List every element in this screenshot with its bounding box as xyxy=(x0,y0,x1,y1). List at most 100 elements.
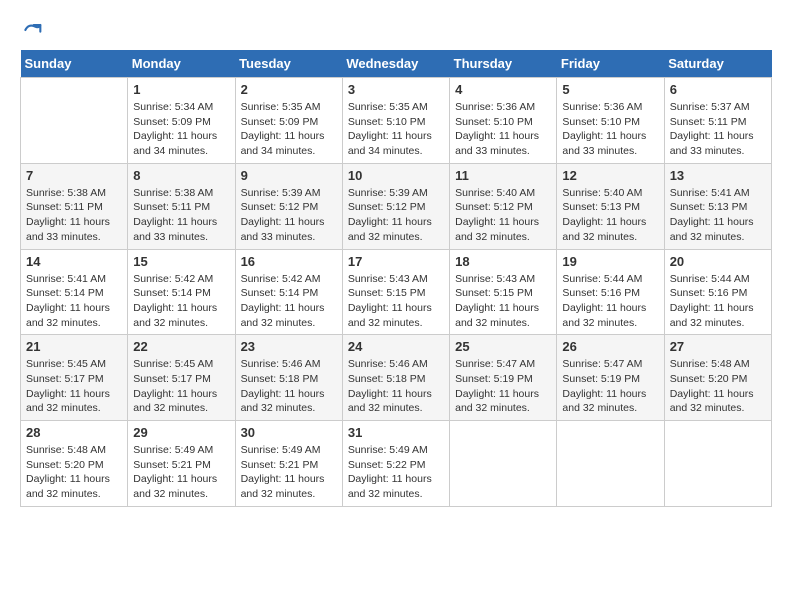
day-number: 24 xyxy=(348,339,444,354)
table-row xyxy=(450,421,557,507)
table-row: 3 Sunrise: 5:35 AMSunset: 5:10 PMDaylight… xyxy=(342,78,449,164)
day-details: Sunrise: 5:41 AMSunset: 5:14 PMDaylight:… xyxy=(26,272,122,331)
day-number: 29 xyxy=(133,425,229,440)
day-number: 22 xyxy=(133,339,229,354)
table-row: 23 Sunrise: 5:46 AMSunset: 5:18 PMDayligh… xyxy=(235,335,342,421)
table-row: 29 Sunrise: 5:49 AMSunset: 5:21 PMDayligh… xyxy=(128,421,235,507)
day-number: 11 xyxy=(455,168,551,183)
day-details: Sunrise: 5:45 AMSunset: 5:17 PMDaylight:… xyxy=(26,357,122,416)
table-row: 10 Sunrise: 5:39 AMSunset: 5:12 PMDayligh… xyxy=(342,163,449,249)
table-row: 27 Sunrise: 5:48 AMSunset: 5:20 PMDayligh… xyxy=(664,335,771,421)
header-tuesday: Tuesday xyxy=(235,50,342,78)
table-row: 7 Sunrise: 5:38 AMSunset: 5:11 PMDaylight… xyxy=(21,163,128,249)
day-number: 21 xyxy=(26,339,122,354)
header-sunday: Sunday xyxy=(21,50,128,78)
day-details: Sunrise: 5:38 AMSunset: 5:11 PMDaylight:… xyxy=(133,186,229,245)
day-number: 14 xyxy=(26,254,122,269)
day-number: 5 xyxy=(562,82,658,97)
day-number: 28 xyxy=(26,425,122,440)
logo xyxy=(20,20,42,40)
day-number: 23 xyxy=(241,339,337,354)
table-row: 5 Sunrise: 5:36 AMSunset: 5:10 PMDaylight… xyxy=(557,78,664,164)
day-number: 26 xyxy=(562,339,658,354)
day-details: Sunrise: 5:45 AMSunset: 5:17 PMDaylight:… xyxy=(133,357,229,416)
table-row: 16 Sunrise: 5:42 AMSunset: 5:14 PMDayligh… xyxy=(235,249,342,335)
calendar-header-row: Sunday Monday Tuesday Wednesday Thursday… xyxy=(21,50,772,78)
day-details: Sunrise: 5:39 AMSunset: 5:12 PMDaylight:… xyxy=(348,186,444,245)
day-number: 3 xyxy=(348,82,444,97)
day-details: Sunrise: 5:48 AMSunset: 5:20 PMDaylight:… xyxy=(670,357,766,416)
day-number: 4 xyxy=(455,82,551,97)
page-header xyxy=(20,20,772,40)
day-number: 6 xyxy=(670,82,766,97)
table-row: 2 Sunrise: 5:35 AMSunset: 5:09 PMDaylight… xyxy=(235,78,342,164)
day-number: 2 xyxy=(241,82,337,97)
day-details: Sunrise: 5:44 AMSunset: 5:16 PMDaylight:… xyxy=(670,272,766,331)
day-details: Sunrise: 5:40 AMSunset: 5:13 PMDaylight:… xyxy=(562,186,658,245)
table-row: 17 Sunrise: 5:43 AMSunset: 5:15 PMDayligh… xyxy=(342,249,449,335)
day-details: Sunrise: 5:46 AMSunset: 5:18 PMDaylight:… xyxy=(348,357,444,416)
day-number: 30 xyxy=(241,425,337,440)
day-details: Sunrise: 5:40 AMSunset: 5:12 PMDaylight:… xyxy=(455,186,551,245)
day-number: 20 xyxy=(670,254,766,269)
day-details: Sunrise: 5:38 AMSunset: 5:11 PMDaylight:… xyxy=(26,186,122,245)
logo-icon xyxy=(22,20,42,40)
day-number: 15 xyxy=(133,254,229,269)
table-row xyxy=(557,421,664,507)
day-number: 19 xyxy=(562,254,658,269)
day-number: 31 xyxy=(348,425,444,440)
day-details: Sunrise: 5:43 AMSunset: 5:15 PMDaylight:… xyxy=(455,272,551,331)
day-details: Sunrise: 5:37 AMSunset: 5:11 PMDaylight:… xyxy=(670,100,766,159)
calendar-week-row: 14 Sunrise: 5:41 AMSunset: 5:14 PMDayligh… xyxy=(21,249,772,335)
day-details: Sunrise: 5:43 AMSunset: 5:15 PMDaylight:… xyxy=(348,272,444,331)
table-row: 6 Sunrise: 5:37 AMSunset: 5:11 PMDaylight… xyxy=(664,78,771,164)
day-number: 18 xyxy=(455,254,551,269)
table-row: 13 Sunrise: 5:41 AMSunset: 5:13 PMDayligh… xyxy=(664,163,771,249)
day-details: Sunrise: 5:36 AMSunset: 5:10 PMDaylight:… xyxy=(562,100,658,159)
calendar-week-row: 1 Sunrise: 5:34 AMSunset: 5:09 PMDaylight… xyxy=(21,78,772,164)
day-number: 25 xyxy=(455,339,551,354)
day-number: 17 xyxy=(348,254,444,269)
day-details: Sunrise: 5:39 AMSunset: 5:12 PMDaylight:… xyxy=(241,186,337,245)
table-row: 26 Sunrise: 5:47 AMSunset: 5:19 PMDayligh… xyxy=(557,335,664,421)
day-number: 7 xyxy=(26,168,122,183)
table-row: 19Sunrise: 5:44 AMSunset: 5:16 PMDayligh… xyxy=(557,249,664,335)
table-row: 30 Sunrise: 5:49 AMSunset: 5:21 PMDayligh… xyxy=(235,421,342,507)
day-details: Sunrise: 5:46 AMSunset: 5:18 PMDaylight:… xyxy=(241,357,337,416)
header-monday: Monday xyxy=(128,50,235,78)
day-details: Sunrise: 5:49 AMSunset: 5:21 PMDaylight:… xyxy=(133,443,229,502)
day-details: Sunrise: 5:49 AMSunset: 5:21 PMDaylight:… xyxy=(241,443,337,502)
day-details: Sunrise: 5:48 AMSunset: 5:20 PMDaylight:… xyxy=(26,443,122,502)
day-number: 10 xyxy=(348,168,444,183)
table-row: 28 Sunrise: 5:48 AMSunset: 5:20 PMDayligh… xyxy=(21,421,128,507)
day-details: Sunrise: 5:47 AMSunset: 5:19 PMDaylight:… xyxy=(562,357,658,416)
table-row: 11 Sunrise: 5:40 AMSunset: 5:12 PMDayligh… xyxy=(450,163,557,249)
day-details: Sunrise: 5:35 AMSunset: 5:10 PMDaylight:… xyxy=(348,100,444,159)
day-details: Sunrise: 5:41 AMSunset: 5:13 PMDaylight:… xyxy=(670,186,766,245)
table-row: 24 Sunrise: 5:46 AMSunset: 5:18 PMDayligh… xyxy=(342,335,449,421)
day-number: 27 xyxy=(670,339,766,354)
day-number: 16 xyxy=(241,254,337,269)
day-details: Sunrise: 5:34 AMSunset: 5:09 PMDaylight:… xyxy=(133,100,229,159)
table-row: 18 Sunrise: 5:43 AMSunset: 5:15 PMDayligh… xyxy=(450,249,557,335)
calendar-week-row: 21 Sunrise: 5:45 AMSunset: 5:17 PMDayligh… xyxy=(21,335,772,421)
header-thursday: Thursday xyxy=(450,50,557,78)
table-row xyxy=(21,78,128,164)
calendar-week-row: 28 Sunrise: 5:48 AMSunset: 5:20 PMDayligh… xyxy=(21,421,772,507)
table-row: 4 Sunrise: 5:36 AMSunset: 5:10 PMDaylight… xyxy=(450,78,557,164)
day-number: 13 xyxy=(670,168,766,183)
table-row xyxy=(664,421,771,507)
day-details: Sunrise: 5:36 AMSunset: 5:10 PMDaylight:… xyxy=(455,100,551,159)
header-wednesday: Wednesday xyxy=(342,50,449,78)
day-details: Sunrise: 5:35 AMSunset: 5:09 PMDaylight:… xyxy=(241,100,337,159)
table-row: 20 Sunrise: 5:44 AMSunset: 5:16 PMDayligh… xyxy=(664,249,771,335)
day-number: 1 xyxy=(133,82,229,97)
day-details: Sunrise: 5:42 AMSunset: 5:14 PMDaylight:… xyxy=(241,272,337,331)
table-row: 25Sunrise: 5:47 AMSunset: 5:19 PMDayligh… xyxy=(450,335,557,421)
calendar-table: Sunday Monday Tuesday Wednesday Thursday… xyxy=(20,50,772,507)
day-number: 9 xyxy=(241,168,337,183)
table-row: 14 Sunrise: 5:41 AMSunset: 5:14 PMDayligh… xyxy=(21,249,128,335)
table-row: 31Sunrise: 5:49 AMSunset: 5:22 PMDayligh… xyxy=(342,421,449,507)
table-row: 22 Sunrise: 5:45 AMSunset: 5:17 PMDayligh… xyxy=(128,335,235,421)
table-row: 1 Sunrise: 5:34 AMSunset: 5:09 PMDaylight… xyxy=(128,78,235,164)
